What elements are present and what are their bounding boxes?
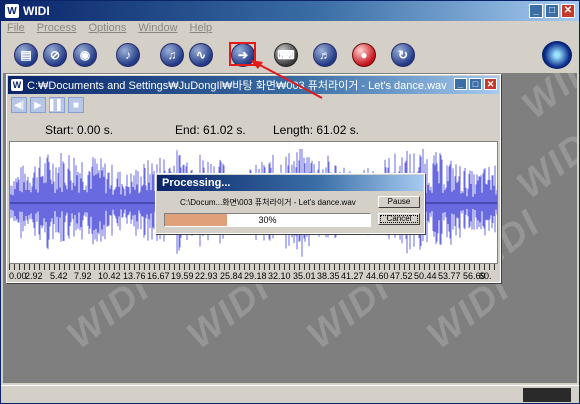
- wave-maximize-button[interactable]: □: [469, 78, 482, 90]
- ruler-label: 44.60: [366, 271, 389, 281]
- ruler-label: 13.76: [123, 271, 146, 281]
- dialog-title[interactable]: Processing...: [157, 175, 423, 191]
- wave-window-logo-icon: W: [11, 79, 23, 91]
- ruler-label: 35.01: [293, 271, 316, 281]
- midi-keyboard-icon[interactable]: ⌨: [274, 43, 298, 67]
- wave-window-title: C:₩Documents and Settings₩JuDongIl₩바탕 화면…: [27, 80, 447, 92]
- processing-file-name: C:\Docum...화면\003 퓨처라이거 - Let's dance.wa…: [180, 198, 356, 207]
- ruler-ticks: [9, 264, 498, 270]
- ruler-label: 0.00: [9, 271, 27, 281]
- note-slash-icon[interactable]: ♪: [116, 43, 140, 67]
- progress-bar: 30%: [164, 213, 371, 227]
- menu-options[interactable]: Options: [88, 22, 126, 36]
- ruler-label: 41.27: [341, 271, 364, 281]
- pause-button[interactable]: Pause: [378, 196, 420, 208]
- record-icon[interactable]: ◉: [73, 43, 97, 67]
- toolbar: ▤ ⊘ ◉ ♪ ♫ ∿ ➔ ⌨ ♬ ● ↻: [1, 37, 579, 73]
- menu-window[interactable]: Window: [138, 22, 177, 36]
- ruler-label: 60.: [479, 271, 492, 281]
- play-icon[interactable]: ▶: [30, 97, 46, 113]
- ruler-label: 2.92: [25, 271, 43, 281]
- ruler-label: 53.77: [438, 271, 461, 281]
- length-time: Length: 61.02 s.: [273, 123, 360, 137]
- menu-file[interactable]: File: [7, 22, 25, 36]
- menu-bar: File Process Options Window Help: [1, 22, 212, 36]
- status-bar: [1, 385, 579, 403]
- ruler-label: 25.84: [220, 271, 243, 281]
- title-bar[interactable]: W WIDI _ □ ✕: [1, 1, 579, 21]
- wave-minimize-button[interactable]: _: [454, 78, 467, 90]
- rewind-icon[interactable]: ◀|: [11, 97, 27, 113]
- maximize-button[interactable]: □: [545, 4, 559, 18]
- wave-close-button[interactable]: ✕: [484, 78, 497, 90]
- transport-controls: ◀| ▶ ▌▌ ■: [11, 97, 84, 113]
- watermark-text: WIDI: [509, 117, 577, 208]
- processing-dialog: Processing... C:\Docum...화면\003 퓨처라이거 - …: [155, 173, 425, 234]
- stop-icon[interactable]: ●: [352, 43, 376, 67]
- ruler-label: 10.42: [98, 271, 121, 281]
- cycle-icon[interactable]: ↻: [391, 43, 415, 67]
- wave-window-title-bar[interactable]: W C:₩Documents and Settings₩JuDongIl₩바탕 …: [8, 76, 499, 94]
- close-button[interactable]: ✕: [561, 4, 575, 18]
- ruler-label: 47.52: [390, 271, 413, 281]
- start-time: Start: 0.00 s.: [45, 123, 114, 137]
- ruler-label: 7.92: [74, 271, 92, 281]
- ruler-label: 38.35: [317, 271, 340, 281]
- ruler-label: 32.10: [268, 271, 291, 281]
- menu-process[interactable]: Process: [37, 22, 77, 36]
- note-slash-2-icon[interactable]: ♫: [160, 43, 184, 67]
- ruler-label: 22.93: [195, 271, 218, 281]
- highlight-box: [229, 42, 256, 66]
- wave-icon[interactable]: ∿: [189, 43, 213, 67]
- ruler-label: 29.18: [244, 271, 267, 281]
- app-logo-icon: W: [5, 4, 19, 18]
- progress-text: 30%: [258, 215, 277, 225]
- ruler-label: 19.59: [171, 271, 194, 281]
- minimize-button[interactable]: _: [529, 4, 543, 18]
- time-ruler: 0.00 2.92 5.42 7.92 10.42 13.76 16.67 19.59 22.9…: [9, 264, 498, 281]
- no-entry-icon[interactable]: ⊘: [43, 43, 67, 67]
- piano-icon[interactable]: ♬: [313, 43, 337, 67]
- pause-icon[interactable]: ▌▌: [49, 97, 65, 113]
- end-time: End: 61.02 s.: [175, 123, 246, 137]
- app-title: WIDI: [23, 4, 50, 18]
- ruler-label: 5.42: [50, 271, 68, 281]
- menu-help[interactable]: Help: [190, 22, 213, 36]
- document-icon[interactable]: ▤: [14, 43, 38, 67]
- brand-logo-icon: [542, 41, 572, 69]
- ruler-label: 16.67: [147, 271, 170, 281]
- stop-icon[interactable]: ■: [68, 97, 84, 113]
- status-indicator: [523, 388, 571, 402]
- ruler-label: 50.44: [414, 271, 437, 281]
- watermark-text: WIDI: [514, 73, 577, 128]
- cancel-button[interactable]: Cancel: [378, 213, 420, 225]
